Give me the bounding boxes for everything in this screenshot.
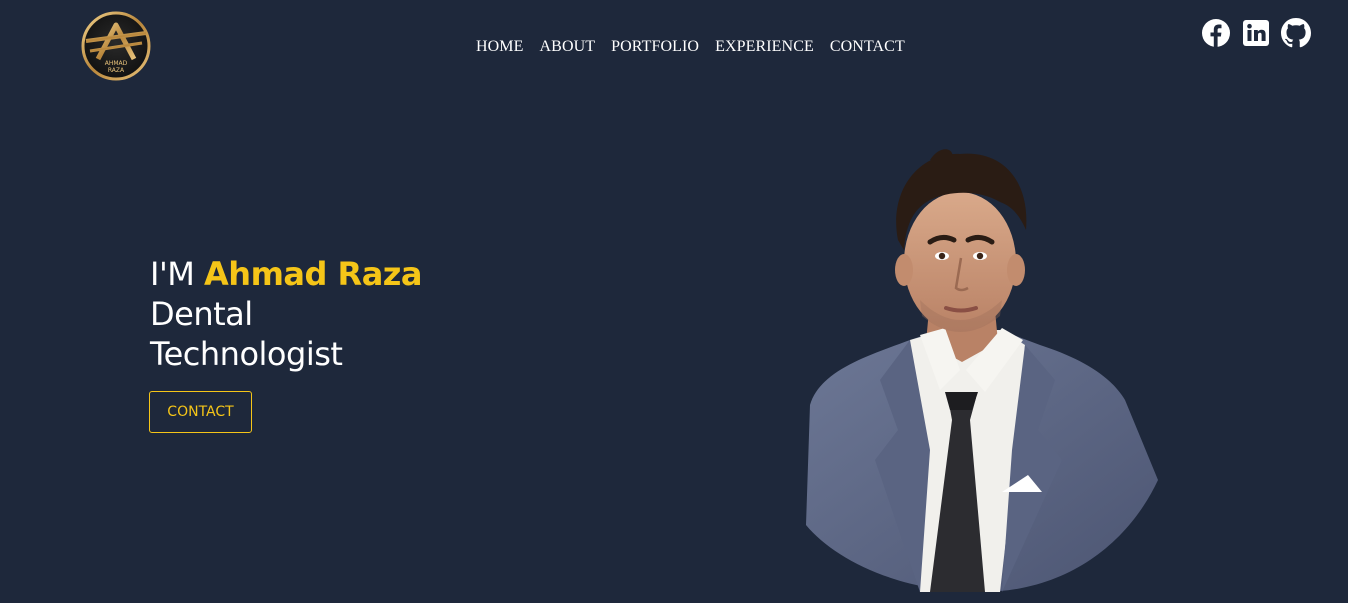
linkedin-icon[interactable]	[1241, 18, 1271, 48]
nav-contact[interactable]: CONTACT	[830, 38, 905, 56]
logo-text-line2: RAZA	[108, 67, 125, 74]
hero-intro-line: I'M Ahmad Raza	[150, 254, 422, 294]
hero-title-line1: Dental	[150, 295, 253, 333]
contact-button[interactable]: CONTACT	[149, 391, 252, 433]
nav-about[interactable]: ABOUT	[540, 38, 596, 56]
hero-name: Ahmad Raza	[204, 255, 422, 293]
facebook-icon[interactable]	[1201, 18, 1231, 48]
social-links	[1201, 18, 1311, 48]
hero-intro: I'M	[150, 255, 205, 293]
main-nav: HOME ABOUT PORTFOLIO EXPERIENCE CONTACT	[476, 38, 905, 56]
nav-experience[interactable]: EXPERIENCE	[715, 38, 814, 56]
github-icon[interactable]	[1281, 18, 1311, 48]
page: AHMAD RAZA HOME ABOUT PORTFOLIO EXPERIEN…	[0, 0, 1348, 603]
logo-text-line1: AHMAD	[105, 60, 128, 67]
profile-photo	[780, 130, 1180, 600]
site-logo[interactable]: AHMAD RAZA	[80, 11, 152, 81]
hero-title-line2: Technologist	[150, 335, 343, 373]
nav-home[interactable]: HOME	[476, 38, 524, 56]
hero-heading: I'M Ahmad Raza Dental Technologist	[150, 254, 422, 374]
nav-portfolio[interactable]: PORTFOLIO	[611, 38, 699, 56]
